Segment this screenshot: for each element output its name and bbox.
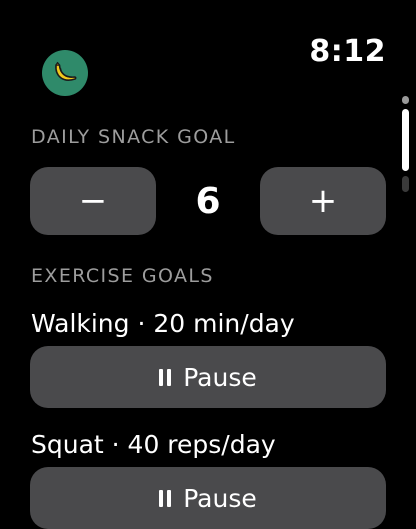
- scroll-indicator-thumb[interactable]: [402, 109, 409, 171]
- scroll-indicator-track: [402, 176, 409, 192]
- pause-walking-button[interactable]: Pause: [30, 346, 386, 408]
- snack-goal-value: 6: [195, 180, 221, 222]
- exercise-goals-header: EXERCISE GOALS: [31, 265, 214, 287]
- pause-squat-label: Pause: [183, 483, 257, 513]
- scroll-indicator-dot: [402, 96, 409, 104]
- plus-icon: +: [308, 181, 338, 221]
- pause-icon: [159, 368, 172, 386]
- decrement-snack-button[interactable]: −: [30, 167, 156, 235]
- minus-icon: −: [78, 181, 108, 221]
- scroll-indicator[interactable]: [402, 96, 409, 196]
- exercise-walking-label: Walking · 20 min/day: [31, 309, 295, 338]
- banana-icon: [42, 50, 88, 96]
- pause-icon: [159, 489, 172, 507]
- snack-goal-header: DAILY SNACK GOAL: [31, 126, 236, 148]
- exercise-squat-label: Squat · 40 reps/day: [31, 430, 276, 459]
- pause-squat-button[interactable]: Pause: [30, 467, 386, 529]
- clock-time: 8:12: [309, 34, 386, 69]
- increment-snack-button[interactable]: +: [260, 167, 386, 235]
- pause-walking-label: Pause: [183, 362, 257, 392]
